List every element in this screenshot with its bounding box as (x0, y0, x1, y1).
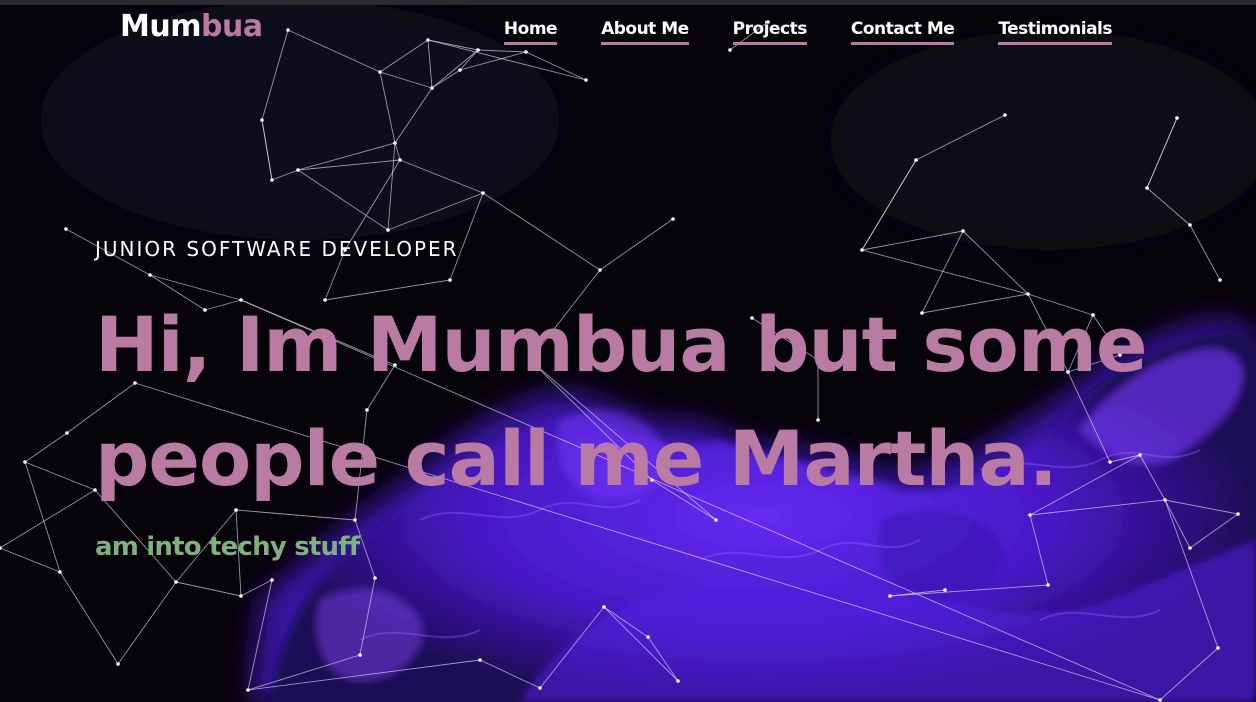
network-line (399, 159, 484, 194)
network-node (398, 158, 402, 162)
network-node (386, 228, 390, 232)
network-line (24, 432, 68, 463)
network-line (647, 636, 679, 682)
network-line (359, 577, 376, 656)
network-line (603, 606, 679, 682)
network-node (430, 86, 434, 90)
network-node (458, 68, 462, 72)
network-node (246, 688, 250, 692)
network-node (1145, 186, 1149, 190)
network-node (1218, 278, 1222, 282)
network-line (603, 606, 649, 638)
network-line (297, 169, 389, 231)
network-node (478, 658, 482, 662)
network-line (915, 114, 1006, 161)
browser-top-edge (0, 0, 1256, 5)
hero-headline: Hi, Im Mumbua but some people call me Ma… (95, 288, 1195, 516)
network-node (1175, 116, 1179, 120)
hero-headline-line2: people call me Martha. (95, 414, 1058, 503)
network-node (1003, 113, 1007, 117)
network-line (479, 659, 541, 689)
network-line (379, 71, 433, 89)
network-line (24, 461, 96, 491)
brand-name-first: Mum (120, 9, 201, 44)
network-node (1046, 583, 1050, 587)
network-line (431, 49, 479, 89)
network-node (943, 588, 947, 592)
network-line (59, 571, 119, 665)
network-node (270, 178, 274, 182)
network-node (65, 431, 69, 435)
nav-link-contact-me[interactable]: Contact Me (850, 19, 955, 45)
network-line (1189, 513, 1239, 549)
network-node (1188, 223, 1192, 227)
network-node (23, 460, 27, 464)
network-node (116, 662, 120, 666)
nav-link-home[interactable]: Home (503, 19, 558, 45)
network-line (387, 192, 484, 231)
network-node (584, 78, 588, 82)
network-node (296, 168, 300, 172)
network-node (538, 686, 542, 690)
network-node (58, 570, 62, 574)
network-line (431, 69, 461, 89)
navbar: Mumbua Home About Me Projects Contact Me… (0, 5, 1256, 55)
network-node (174, 580, 178, 584)
network-line (271, 169, 299, 181)
hero-headline-line1: Hi, Im Mumbua but some (95, 300, 1148, 389)
nav-link-projects[interactable]: Projects (732, 19, 807, 45)
network-node (602, 605, 606, 609)
network-node (358, 653, 362, 657)
network-node (260, 118, 264, 122)
network-line (240, 579, 273, 597)
network-node (914, 158, 918, 162)
network-node (888, 594, 892, 598)
network-line (0, 547, 61, 573)
network-line (117, 581, 177, 665)
hero-subtitle: JUNIOR SOFTWARE DEVELOPER (95, 237, 459, 261)
network-line (0, 489, 96, 549)
network-node (646, 635, 650, 639)
network-line (1146, 187, 1191, 226)
hero-tagline: am into techy stuff (95, 532, 360, 562)
network-line (297, 159, 401, 171)
network-line (394, 142, 401, 161)
network-line (387, 142, 396, 231)
network-node (270, 578, 274, 582)
network-node (373, 576, 377, 580)
hero-section: JUNIOR SOFTWARE DEVELOPER Hi, Im Mumbua … (95, 236, 1195, 562)
network-node (64, 227, 68, 231)
network-line (24, 461, 61, 573)
network-node (1158, 698, 1162, 702)
network-line (1159, 647, 1219, 701)
network-node (671, 217, 675, 221)
network-node (1236, 512, 1240, 516)
network-line (261, 119, 273, 181)
network-line (247, 654, 361, 691)
page: Mumbua Home About Me Projects Contact Me… (0, 0, 1256, 702)
nav-link-about-me[interactable]: About Me (601, 19, 689, 45)
network-line (379, 71, 396, 144)
network-node (481, 191, 485, 195)
nav-link-testimonials[interactable]: Testimonials (998, 19, 1112, 45)
brand-logo[interactable]: Mumbua (120, 9, 263, 44)
network-node (239, 594, 243, 598)
network-node (378, 70, 382, 74)
network-node (393, 141, 397, 145)
network-node (961, 229, 965, 233)
network-line (175, 581, 242, 597)
network-line (297, 142, 396, 171)
nav-menu: Home About Me Projects Contact Me Testim… (503, 19, 1112, 45)
network-node (1216, 646, 1220, 650)
network-line (394, 87, 433, 144)
network-line (1146, 117, 1178, 189)
brand-name-second: bua (200, 9, 263, 44)
network-line (525, 51, 587, 81)
network-node (676, 679, 680, 683)
network-line (247, 659, 481, 691)
network-line (889, 584, 1049, 597)
network-line (247, 579, 273, 691)
network-line (539, 606, 605, 689)
